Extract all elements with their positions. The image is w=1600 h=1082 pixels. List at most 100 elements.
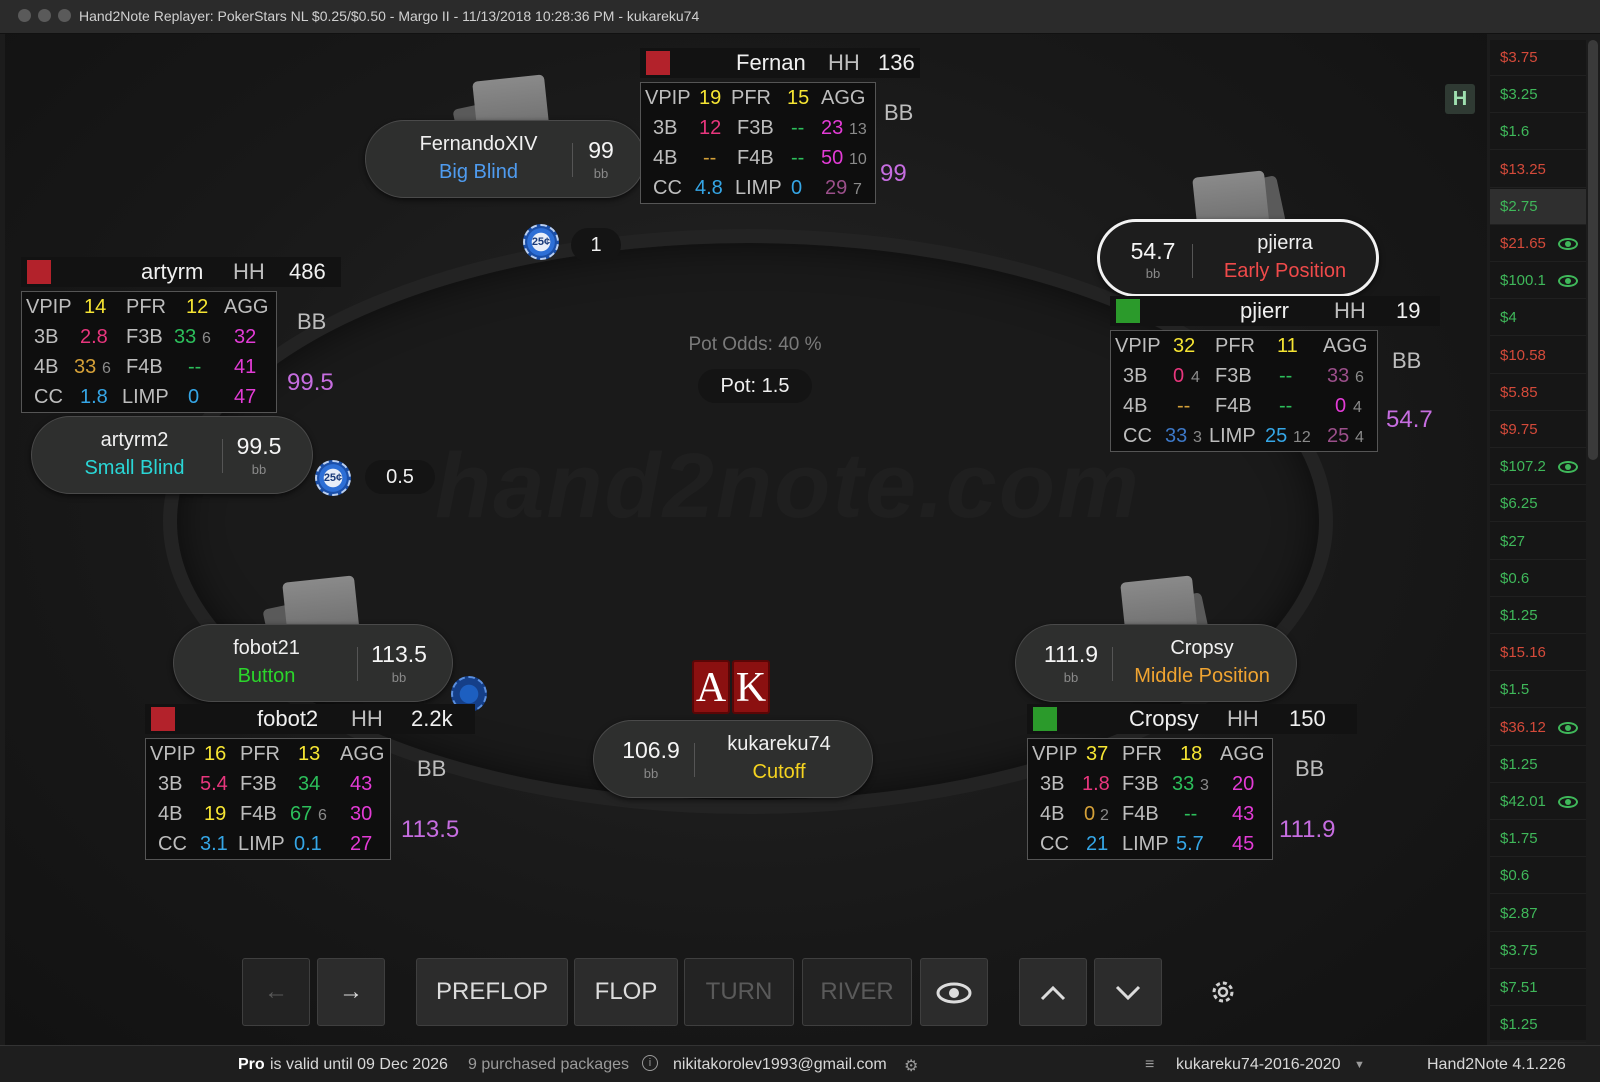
label-4b: 4B (1123, 395, 1148, 417)
preflop-button[interactable]: PREFLOP (416, 958, 568, 1026)
hand-list-item[interactable]: $9.75 (1490, 412, 1586, 448)
hand-result: $3.25 (1500, 86, 1538, 104)
seat-cropsy[interactable]: 111.9 bb Cropsy Middle Position (1015, 624, 1297, 702)
hand-result: $10.58 (1500, 346, 1546, 364)
seat-kukareku74[interactable]: 106.9 bb kukareku74 Cutoff (593, 720, 873, 798)
river-button[interactable]: RIVER (802, 958, 912, 1026)
hand-list-item[interactable]: $3.75 (1490, 40, 1586, 76)
hand-list-item[interactable]: $2.87 (1490, 896, 1586, 932)
hand-list-item[interactable]: $3.25 (1490, 77, 1586, 114)
stat-3b: 2.8 (80, 326, 108, 348)
stat-limp: 5.7 (1176, 833, 1204, 855)
eye-icon[interactable] (1558, 238, 1578, 250)
hand-list-item[interactable]: $2.75 (1490, 188, 1586, 225)
hand-list-item[interactable]: $1.25 (1490, 747, 1586, 783)
hand-list-item[interactable]: $7.51 (1490, 970, 1586, 1006)
pot-amount: Pot: 1.5 (698, 369, 812, 403)
database-dropdown-chevron-icon[interactable]: ▼ (1354, 1059, 1365, 1071)
stat-agg-flop: 23 (821, 117, 844, 139)
hud-artyrm[interactable]: artyrm HH 486 VPIP 14 PFR 12 AGG 3B 2.8 … (21, 257, 341, 447)
hand-list-item[interactable]: $21.65 (1490, 226, 1586, 262)
player-color-tag[interactable] (1116, 299, 1140, 323)
settings-gear-icon[interactable] (1208, 977, 1238, 1007)
hand-list-item[interactable]: $42.01 (1490, 784, 1586, 820)
stat-cc: 1.8 (80, 386, 108, 408)
hand-list-item[interactable]: $0.6 (1490, 561, 1586, 597)
hand-result: $36.12 (1500, 718, 1546, 736)
flop-button[interactable]: FLOP (574, 958, 678, 1026)
hand-list-item[interactable]: $0.6 (1490, 858, 1586, 895)
seat-fernandoxiv[interactable]: FernandoXIV Big Blind 99 bb (365, 120, 645, 198)
hand-list-item[interactable]: $10.58 (1490, 338, 1586, 374)
turn-button[interactable]: TURN (684, 958, 794, 1026)
stat-f3b-sample: 3 (1200, 777, 1209, 794)
next-hand-button[interactable] (1094, 958, 1162, 1026)
hand-list-item[interactable]: $1.6 (1490, 114, 1586, 151)
account-email[interactable]: nikitakorolev1993@gmail.com (673, 1056, 887, 1074)
stat-4b: -- (1177, 395, 1191, 417)
label-vpip: VPIP (1032, 743, 1078, 765)
previous-hand-button[interactable] (1019, 958, 1087, 1026)
seat-fobot21[interactable]: fobot21 Button 113.5 bb (173, 624, 453, 702)
hud-fobot2[interactable]: fobot2 HH 2.2k VPIP 16 PFR 13 AGG 3B 5.4… (145, 704, 475, 894)
hand-result: $3.75 (1500, 49, 1538, 66)
stat-4b-sample: 2 (1100, 807, 1109, 824)
stat-f4b: -- (1279, 395, 1293, 417)
hand-result: $6.25 (1500, 495, 1538, 513)
eye-icon (936, 982, 972, 1004)
label-3b: 3B (653, 117, 678, 139)
player-name: fobot21 (233, 637, 300, 659)
stack-unit: bb (251, 462, 267, 477)
purchased-packages[interactable]: 9 purchased packages (468, 1056, 629, 1074)
minimize-window-button[interactable] (38, 9, 51, 22)
database-selector[interactable]: kukareku74-2016-2020 (1176, 1056, 1341, 1074)
eye-icon[interactable] (1558, 461, 1578, 474)
divider (1192, 244, 1193, 278)
eye-icon[interactable] (1558, 721, 1578, 734)
hand-list-item[interactable]: $107.2 (1490, 449, 1586, 486)
hand-list-item[interactable]: $1.25 (1490, 598, 1586, 634)
label-cc: CC (1040, 833, 1069, 855)
player-color-tag[interactable] (27, 260, 51, 284)
hand-list-item[interactable]: $5.85 (1490, 375, 1586, 411)
maximize-window-button[interactable] (58, 9, 71, 22)
stat-pfr: 13 (298, 743, 321, 765)
label-f3b: F3B (240, 773, 277, 795)
hud-cropsy[interactable]: Cropsy HH 150 VPIP 37 PFR 18 AGG 3B 1.8 … (1027, 704, 1357, 894)
stat-cc: 4.8 (695, 177, 723, 199)
player-color-tag[interactable] (646, 51, 670, 75)
hand-list-item[interactable]: $1.5 (1490, 672, 1586, 709)
hand-list-item[interactable]: $4 (1490, 300, 1586, 337)
hand-list-item[interactable]: $1.75 (1490, 821, 1586, 858)
next-action-button[interactable]: → (317, 958, 385, 1026)
hand-list-item[interactable]: $1.25 (1490, 1007, 1586, 1044)
hand-list-item[interactable]: $36.12 (1490, 710, 1586, 746)
player-color-tag[interactable] (1033, 707, 1057, 731)
hud-fernan[interactable]: Fernan HH 136 VPIP 19 PFR 15 AGG 3B 12 F… (640, 48, 920, 238)
chevron-up-icon (1040, 985, 1066, 1001)
account-settings-gear-icon[interactable]: ⚙ (904, 1056, 918, 1076)
eye-icon[interactable] (1558, 275, 1578, 288)
eye-icon[interactable] (1558, 796, 1578, 808)
stack-unit: bb (593, 166, 609, 181)
label-f4b: F4B (737, 147, 774, 169)
seat-pjierra[interactable]: 54.7 bb pjierra Early Position (1097, 219, 1379, 297)
hand-list-item[interactable]: $6.25 (1490, 486, 1586, 523)
hand-list-item[interactable]: $15.16 (1490, 635, 1586, 672)
hand-list-item[interactable]: $3.75 (1490, 933, 1586, 969)
show-cards-button[interactable] (920, 958, 988, 1026)
label-f4b: F4B (240, 803, 277, 825)
info-icon[interactable]: i (642, 1055, 658, 1071)
hand-list-item[interactable]: $100.1 (1490, 263, 1586, 300)
hand-list-sidebar[interactable]: $3.75 $3.25 $1.6 $13.25 $2.75 $21.65 $100.1 $4 $… (1490, 40, 1586, 1044)
player-stack: 99 (588, 137, 614, 163)
hand-list-item[interactable]: $13.25 (1490, 152, 1586, 188)
hand-list-item[interactable]: $27 (1490, 524, 1586, 560)
hud-bb-label: BB (417, 756, 447, 781)
close-window-button[interactable] (18, 9, 31, 22)
sidebar-scrollbar[interactable] (1588, 40, 1598, 460)
previous-action-button[interactable]: ← (242, 958, 310, 1026)
hud-pjierr[interactable]: pjierr HH 19 VPIP 32 PFR 11 AGG 3B 0 4 F… (1110, 296, 1440, 486)
hand2note-logo-icon[interactable]: H (1445, 84, 1475, 114)
player-color-tag[interactable] (151, 707, 175, 731)
